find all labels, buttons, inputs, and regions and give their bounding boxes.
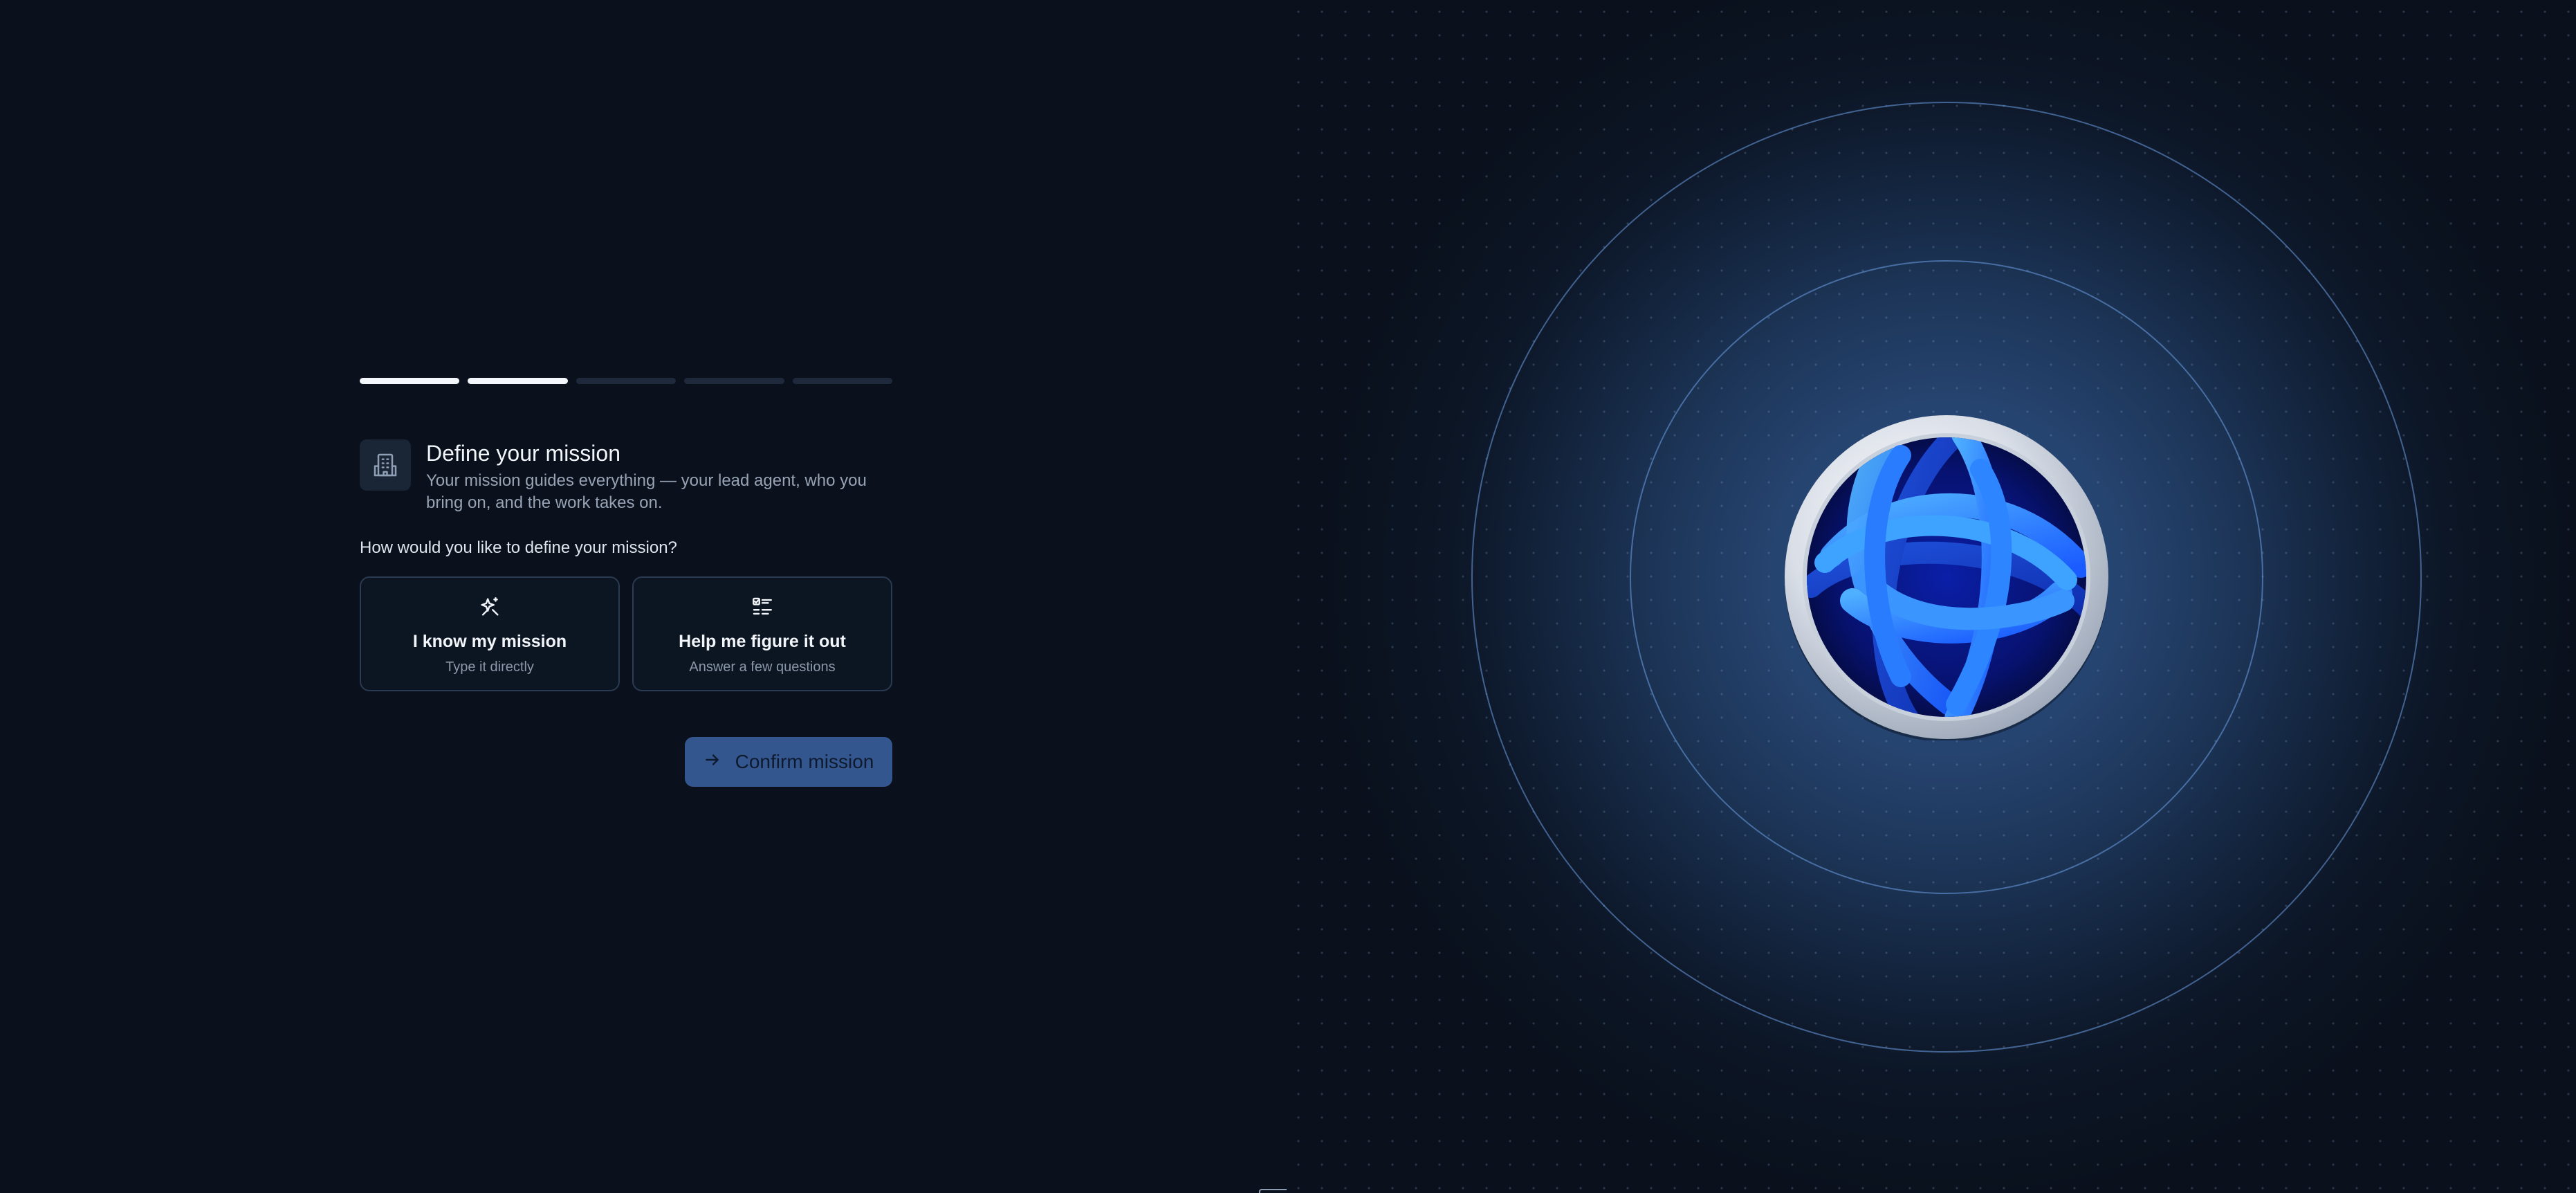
progress-step-4 xyxy=(684,378,784,384)
help-figure-option[interactable]: Help me figure it out Answer a few quest… xyxy=(632,576,892,691)
building-icon xyxy=(360,439,411,491)
page-title: Define your mission xyxy=(426,441,620,466)
mission-options: I know my mission Type it directly Help xyxy=(360,576,892,691)
mission-form: Define your mission Your mission guides … xyxy=(360,378,893,787)
sparkle-edit-icon xyxy=(477,594,502,619)
arrow-right-icon xyxy=(703,751,721,774)
option-subtitle: Answer a few questions xyxy=(689,659,836,675)
form-actions: Confirm mission xyxy=(360,737,892,787)
confirm-label: Confirm mission xyxy=(735,751,874,772)
progress-step-2 xyxy=(468,378,568,384)
confirm-mission-button[interactable]: Confirm mission xyxy=(685,737,892,787)
page-subtitle: Your mission guides everything — your le… xyxy=(426,471,867,512)
progress-step-5 xyxy=(792,378,893,384)
checklist-icon xyxy=(750,594,775,619)
illustration-pane xyxy=(1287,0,2576,1193)
option-title: I know my mission xyxy=(412,632,567,651)
onboarding-page: Define your mission Your mission guides … xyxy=(0,0,2576,1193)
option-title: Help me figure it out xyxy=(679,632,846,651)
progress-step-3 xyxy=(576,378,677,384)
form-pane: Define your mission Your mission guides … xyxy=(0,0,1314,1193)
step-progress xyxy=(360,378,893,384)
section-header: Define your mission Your mission guides … xyxy=(360,439,892,514)
app-logo-icon xyxy=(1785,415,2108,740)
option-subtitle: Type it directly xyxy=(445,659,534,675)
know-mission-option[interactable]: I know my mission Type it directly xyxy=(360,576,620,691)
mission-question: How would you like to define your missio… xyxy=(360,538,677,557)
progress-step-1 xyxy=(360,378,460,384)
